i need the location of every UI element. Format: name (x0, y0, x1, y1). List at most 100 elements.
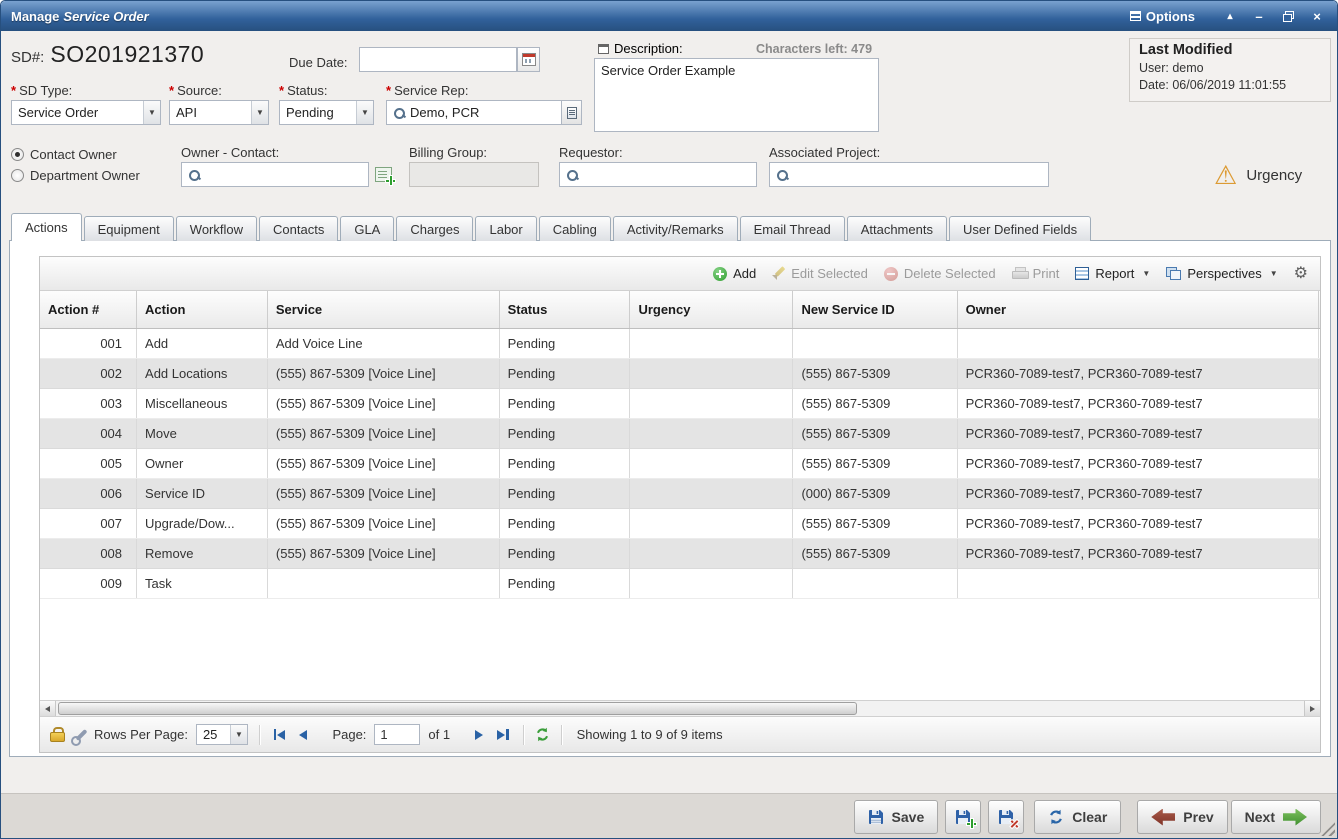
clear-button[interactable]: Clear (1034, 800, 1121, 834)
description-textarea[interactable]: Service Order Example (594, 58, 879, 132)
tab-contacts[interactable]: Contacts (259, 216, 338, 241)
grid-row[interactable]: 002Add Locations(555) 867-5309 [Voice Li… (40, 358, 1320, 388)
grid-cell[interactable] (630, 388, 793, 418)
lock-icon[interactable] (50, 727, 63, 742)
grid-cell[interactable]: 007 (40, 508, 137, 538)
title-bar[interactable]: ManageService Order Options ▴ – × (1, 1, 1337, 31)
grid-cell[interactable]: 009 (40, 568, 137, 598)
grid-cell[interactable]: Pending (499, 388, 630, 418)
print-button[interactable]: Print (1012, 266, 1060, 281)
edit-selected-button[interactable]: Edit Selected (772, 266, 868, 281)
grid-cell[interactable]: (555) 867-5309 (793, 388, 957, 418)
grid-row[interactable]: 007Upgrade/Dow...(555) 867-5309 [Voice L… (40, 508, 1320, 538)
refresh-button[interactable] (535, 727, 550, 742)
report-button[interactable]: Report ▼ (1075, 266, 1150, 281)
grid-cell[interactable]: Pending (499, 538, 630, 568)
grid-cell[interactable]: 2018.1 R (1319, 358, 1320, 388)
column-header[interactable]: Action # (40, 291, 137, 328)
grid-cell[interactable]: Miscellaneous (137, 388, 268, 418)
grid-cell[interactable]: Add Locations (137, 358, 268, 388)
tab-activity-remarks[interactable]: Activity/Remarks (613, 216, 738, 241)
grid-cell[interactable] (630, 358, 793, 388)
delete-selected-button[interactable]: Delete Selected (884, 266, 996, 281)
grid-row[interactable]: 008Remove(555) 867-5309 [Voice Line]Pend… (40, 538, 1320, 568)
prev-page-button[interactable] (296, 730, 310, 740)
tab-email-thread[interactable]: Email Thread (740, 216, 845, 241)
service-rep-picker-button[interactable] (561, 101, 581, 124)
grid-row[interactable]: 004Move(555) 867-5309 [Voice Line]Pendin… (40, 418, 1320, 448)
owner-contact-input[interactable] (181, 162, 369, 187)
tab-workflow[interactable]: Workflow (176, 216, 257, 241)
grid-row[interactable]: 009Task Pending (40, 568, 1320, 598)
options-button[interactable]: Options (1130, 9, 1195, 24)
grid-cell[interactable]: Service ID (137, 478, 268, 508)
page-number-input[interactable]: 1 (374, 724, 420, 745)
grid-cell[interactable]: (555) 867-5309 [Voice Line] (267, 418, 499, 448)
grid-cell[interactable] (630, 538, 793, 568)
rows-per-page-select[interactable]: 25 ▼ (196, 724, 248, 745)
grid-cell[interactable]: (000) 867-5309 (793, 478, 957, 508)
add-button[interactable]: Add (713, 266, 756, 281)
grid-cell[interactable]: 2018.1 R (1319, 508, 1320, 538)
due-date-calendar-button[interactable] (517, 47, 540, 72)
grid-cell[interactable]: (555) 867-5309 [Voice Line] (267, 448, 499, 478)
grid-cell[interactable]: Pending (499, 568, 630, 598)
grid-cell[interactable]: Move (137, 418, 268, 448)
grid-cell[interactable]: 2018.1 R (1319, 478, 1320, 508)
save-button[interactable]: Save (854, 800, 939, 834)
grid-cell[interactable] (630, 508, 793, 538)
tab-actions[interactable]: Actions (11, 213, 82, 241)
grid-cell[interactable]: Pending (499, 358, 630, 388)
scroll-right-button[interactable] (1304, 701, 1320, 716)
grid-cell[interactable] (793, 328, 957, 358)
grid-cell[interactable]: 008 (40, 538, 137, 568)
scroll-left-button[interactable] (40, 701, 56, 716)
status-select[interactable]: Pending ▼ (279, 100, 374, 125)
grid-cell[interactable]: PCR360-7089-test7, PCR360-7089-test7 (957, 448, 1318, 478)
grid-cell[interactable]: (555) 867-5309 [Voice Line] (267, 388, 499, 418)
grid-row[interactable]: 003Miscellaneous(555) 867-5309 [Voice Li… (40, 388, 1320, 418)
tab-equipment[interactable]: Equipment (84, 216, 174, 241)
collapse-button[interactable]: ▴ (1220, 7, 1240, 25)
grid-cell[interactable]: PCR360-7089-test7, PCR360-7089-test7 (957, 418, 1318, 448)
associated-project-input[interactable] (769, 162, 1049, 187)
tab-attachments[interactable]: Attachments (847, 216, 947, 241)
grid-cell[interactable]: PCR360-7089-test7, PCR360-7089-test7 (957, 388, 1318, 418)
grid-cell[interactable]: PCR360-7089-test7, PCR360-7089-test7 (957, 508, 1318, 538)
grid-cell[interactable] (630, 448, 793, 478)
due-date-input[interactable] (359, 47, 517, 72)
last-page-button[interactable] (494, 729, 512, 740)
requestor-input[interactable] (559, 162, 757, 187)
grid-cell[interactable]: (555) 867-5309 (793, 358, 957, 388)
column-header[interactable]: Owner (957, 291, 1318, 328)
grid-cell[interactable]: Pending (499, 418, 630, 448)
grid-cell[interactable]: (555) 867-5309 [Voice Line] (267, 358, 499, 388)
grid-cell[interactable]: 2018.1 R (1319, 328, 1320, 358)
service-rep-input[interactable]: Demo, PCR (386, 100, 582, 125)
grid-cell[interactable]: 005 (40, 448, 137, 478)
prev-button[interactable]: Prev (1137, 800, 1227, 834)
perspectives-button[interactable]: Perspectives ▼ (1166, 266, 1277, 281)
tab-cabling[interactable]: Cabling (539, 216, 611, 241)
grid-cell[interactable]: Task (137, 568, 268, 598)
restore-button[interactable] (1278, 7, 1298, 25)
horizontal-scrollbar[interactable] (40, 700, 1320, 716)
scrollbar-thumb[interactable] (58, 702, 857, 715)
grid-cell[interactable] (630, 418, 793, 448)
grid-row[interactable]: 001AddAdd Voice LinePending2018.1 R (40, 328, 1320, 358)
column-header[interactable]: Service (267, 291, 499, 328)
grid-cell[interactable]: (555) 867-5309 (793, 448, 957, 478)
grid-cell[interactable]: 004 (40, 418, 137, 448)
grid-cell[interactable]: (555) 867-5309 (793, 418, 957, 448)
save-and-close-button[interactable] (988, 800, 1024, 834)
wrench-icon[interactable] (71, 727, 86, 742)
column-header[interactable]: Location (1319, 291, 1320, 328)
grid-cell[interactable]: (555) 867-5309 (793, 538, 957, 568)
grid-cell[interactable] (630, 328, 793, 358)
grid-cell[interactable] (630, 568, 793, 598)
grid-cell[interactable]: (555) 867-5309 [Voice Line] (267, 508, 499, 538)
tab-user-defined-fields[interactable]: User Defined Fields (949, 216, 1091, 241)
grid-cell[interactable]: Pending (499, 508, 630, 538)
next-page-button[interactable] (472, 730, 486, 740)
grid-cell[interactable]: (555) 867-5309 (793, 508, 957, 538)
